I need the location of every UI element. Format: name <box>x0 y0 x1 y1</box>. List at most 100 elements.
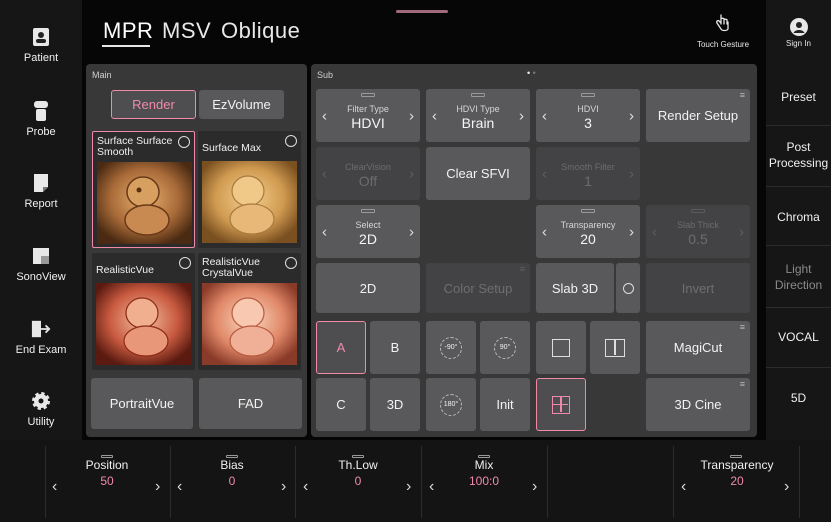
chroma-button[interactable]: Chroma <box>766 192 831 242</box>
mix-control[interactable]: Mix 100:0 <box>449 458 519 488</box>
chevron-right-icon[interactable]: › <box>784 478 789 496</box>
5d-button[interactable]: 5D <box>766 373 831 423</box>
right-separator <box>766 367 831 368</box>
settings-icon[interactable] <box>285 135 297 147</box>
chevron-left-icon[interactable]: ‹ <box>303 478 308 496</box>
level-indicator <box>691 209 705 213</box>
dual-view-icon <box>605 338 625 357</box>
3d-button[interactable]: 3D <box>370 378 420 431</box>
sonoview-button[interactable]: SonoView <box>0 233 82 295</box>
tab-msv[interactable]: MSV <box>162 18 211 44</box>
probe-button[interactable]: Probe <box>0 88 82 150</box>
report-label: Report <box>24 197 58 210</box>
fetus-render-image <box>97 162 192 244</box>
report-button[interactable]: Report <box>0 160 82 222</box>
clearvision-spinner[interactable]: ‹ ClearVision Off › <box>316 147 420 200</box>
chevron-left-icon[interactable]: ‹ <box>429 478 434 496</box>
slab-3d-button[interactable]: Slab 3D <box>536 263 614 313</box>
chevron-right-icon[interactable]: › <box>629 165 634 182</box>
quadrant-c-button[interactable]: C <box>316 378 366 431</box>
thumbnail-surface-max[interactable]: Surface Max <box>198 131 301 248</box>
transparency-spinner[interactable]: ‹ Transparency 20 › <box>536 205 640 258</box>
clear-sfvi-button[interactable]: Clear SFVI <box>426 147 530 200</box>
clearvision-value: Off <box>358 173 378 189</box>
settings-icon[interactable] <box>178 136 190 148</box>
vocal-button[interactable]: VOCAL <box>766 312 831 362</box>
single-layout-button[interactable] <box>536 321 586 374</box>
preset-button[interactable]: Preset <box>766 72 831 122</box>
portraitvue-button[interactable]: PortraitVue <box>91 378 193 429</box>
rotate-minus-90-button[interactable]: -90° <box>426 321 476 374</box>
thumbnail-realisticvue-crystalvue[interactable]: RealisticVue CrystalVue <box>198 253 301 370</box>
hdvi-value: 3 <box>584 115 592 131</box>
sign-in-button[interactable]: Sign In <box>766 18 831 58</box>
th-low-control[interactable]: Th.Low 0 <box>323 458 393 488</box>
chevron-right-icon[interactable]: › <box>629 223 634 240</box>
position-control[interactable]: Position 50 <box>72 458 142 488</box>
chevron-right-icon[interactable]: › <box>155 478 160 496</box>
rotate-180-button[interactable]: 180° <box>426 378 476 431</box>
right-separator <box>766 186 831 187</box>
end-exam-button[interactable]: End Exam <box>0 306 82 368</box>
chevron-right-icon[interactable]: › <box>409 165 414 182</box>
utility-label: Utility <box>27 415 55 428</box>
chevron-right-icon[interactable]: › <box>409 223 414 240</box>
thumbnail-label: RealisticVue CrystalVue <box>202 256 260 279</box>
chevron-left-icon[interactable]: ‹ <box>681 478 686 496</box>
chevron-right-icon[interactable]: › <box>281 478 286 496</box>
3d-cine-button[interactable]: 3D Cine ≡ <box>646 378 750 431</box>
thumbnail-surface-smooth[interactable]: Surface Surface Smooth <box>92 131 195 248</box>
top-handle <box>396 10 448 13</box>
thumbnail-realisticvue[interactable]: RealisticVue <box>92 253 195 370</box>
tab-mpr[interactable]: MPR <box>103 18 153 44</box>
smooth-filter-spinner[interactable]: ‹ Smooth Filter 1 › <box>536 147 640 200</box>
fad-button[interactable]: FAD <box>199 378 302 429</box>
slab-3d-settings-button[interactable] <box>616 263 640 313</box>
transparency-label: Transparency <box>560 220 616 230</box>
chevron-right-icon[interactable]: › <box>409 107 414 124</box>
menu-icon: ≡ <box>739 379 745 389</box>
bias-control[interactable]: Bias 0 <box>197 458 267 488</box>
rotate-ccw-icon: -90° <box>440 336 462 359</box>
chevron-right-icon[interactable]: › <box>532 478 537 496</box>
sonoview-icon <box>31 246 51 266</box>
chevron-right-icon[interactable]: › <box>406 478 411 496</box>
light-direction-button[interactable]: Light Direction <box>766 252 831 302</box>
tab-oblique[interactable]: Oblique <box>221 18 300 44</box>
rotate-90-button[interactable]: 90° <box>480 321 530 374</box>
invert-button[interactable]: Invert <box>646 263 750 313</box>
utility-button[interactable]: Utility <box>0 378 82 440</box>
chevron-right-icon[interactable]: › <box>519 107 524 124</box>
render-setup-button[interactable]: Render Setup ≡ <box>646 89 750 142</box>
clearvision-label: ClearVision <box>345 162 391 172</box>
settings-icon[interactable] <box>179 257 191 269</box>
menu-icon: ≡ <box>519 264 525 274</box>
2d-button[interactable]: 2D <box>316 263 420 313</box>
hdvi-type-spinner[interactable]: ‹ HDVI Type Brain › <box>426 89 530 142</box>
touch-gesture-button[interactable]: Touch Gesture <box>690 14 756 56</box>
hdvi-label: HDVI <box>577 104 599 114</box>
filter-type-spinner[interactable]: ‹ Filter Type HDVI › <box>316 89 420 142</box>
settings-icon[interactable] <box>285 257 297 269</box>
quadrant-b-button[interactable]: B <box>370 321 420 374</box>
post-processing-button[interactable]: Post Processing <box>766 130 831 180</box>
chevron-right-icon[interactable]: › <box>629 107 634 124</box>
quadrant-a-button[interactable]: A <box>316 321 366 374</box>
transparency-control[interactable]: Transparency 20 <box>696 458 778 488</box>
ezvolume-button[interactable]: EzVolume <box>199 90 284 119</box>
slab-thick-spinner[interactable]: ‹ Slab Thick 0.5 › <box>646 205 750 258</box>
magicut-button[interactable]: MagiCut ≡ <box>646 321 750 374</box>
dual-layout-button[interactable] <box>590 321 640 374</box>
init-button[interactable]: Init <box>480 378 530 431</box>
chevron-right-icon[interactable]: › <box>739 223 744 240</box>
render-button[interactable]: Render <box>111 90 196 119</box>
chevron-left-icon[interactable]: ‹ <box>177 478 182 496</box>
quad-layout-button[interactable] <box>536 378 586 431</box>
hdvi-spinner[interactable]: ‹ HDVI 3 › <box>536 89 640 142</box>
level-indicator <box>361 93 375 97</box>
patient-button[interactable]: Patient <box>0 14 82 76</box>
color-setup-button[interactable]: Color Setup ≡ <box>426 263 530 313</box>
chevron-left-icon[interactable]: ‹ <box>52 478 57 496</box>
select-spinner[interactable]: ‹ Select 2D › <box>316 205 420 258</box>
quad-view-icon <box>552 395 570 414</box>
